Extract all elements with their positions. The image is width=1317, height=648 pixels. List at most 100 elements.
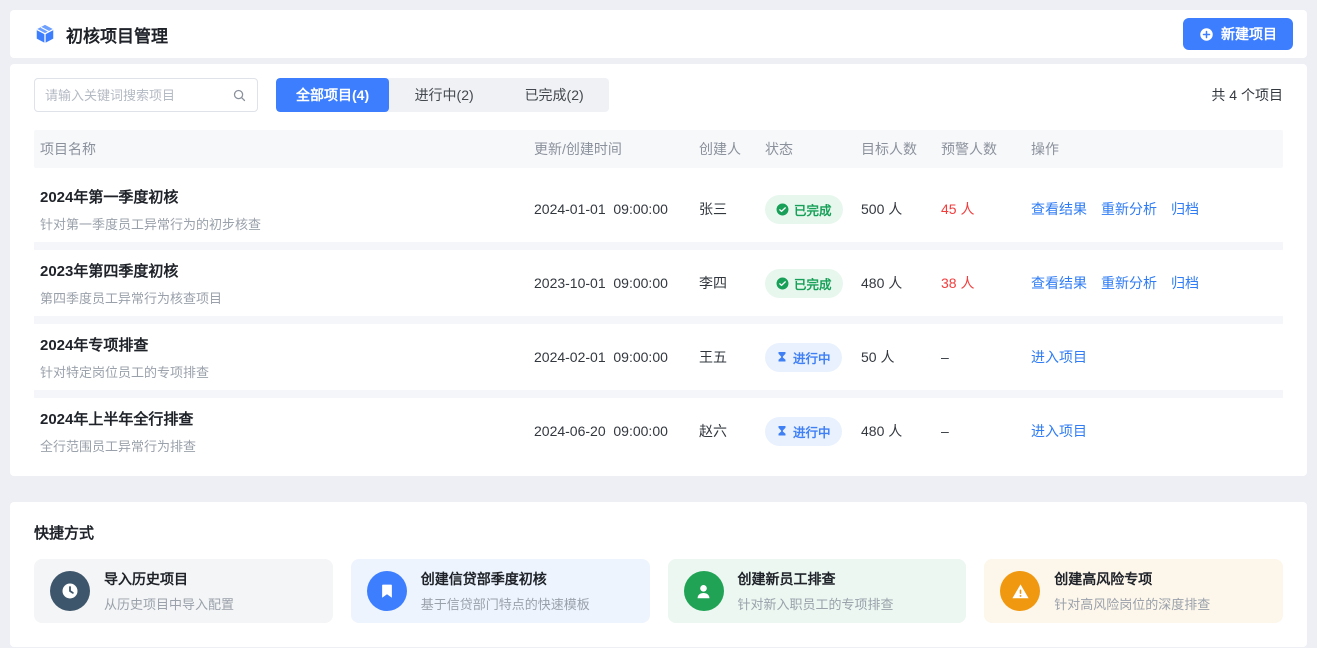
shortcut-text: 创建信贷部季度初核 基于信贷部门特点的快速模板 — [421, 569, 590, 613]
new-project-label: 新建项目 — [1221, 24, 1277, 44]
table-body: 2024年第一季度初核 针对第一季度员工异常行为的初步核查 2024-01-01… — [34, 176, 1283, 464]
shortcut-title: 创建信贷部季度初核 — [421, 569, 590, 589]
page-title: 初核项目管理 — [66, 22, 168, 47]
warning-count-cell: – — [941, 349, 1031, 365]
history-clock-icon — [50, 571, 90, 611]
cube-icon — [34, 23, 56, 45]
time-cell: 2023-10-01 09:00:00 — [534, 275, 699, 291]
status-cell: 进行中 — [765, 417, 861, 446]
project-name-cell: 2023年第四季度初核 第四季度员工异常行为核查项目 — [34, 260, 534, 307]
project-title: 2024年专项排查 — [40, 334, 534, 355]
person-icon — [684, 571, 724, 611]
reanalyze-link[interactable]: 重新分析 — [1101, 199, 1157, 219]
status-badge: 已完成 — [765, 195, 843, 224]
reanalyze-link[interactable]: 重新分析 — [1101, 273, 1157, 293]
toolbar: 全部项目(4) 进行中(2) 已完成(2) 共 4 个项目 — [34, 78, 1283, 112]
target-count-cell: 50 人 — [861, 347, 941, 367]
enter-project-link[interactable]: 进入项目 — [1031, 347, 1087, 367]
col-time: 更新/创建时间 — [534, 139, 699, 159]
status-label: 已完成 — [794, 274, 832, 293]
shortcut-desc: 针对高风险岗位的深度排查 — [1054, 594, 1210, 613]
shortcut-new-employee-screening[interactable]: 创建新员工排查 针对新入职员工的专项排查 — [668, 559, 967, 623]
shortcut-high-risk-special[interactable]: 创建高风险专项 针对高风险岗位的深度排查 — [984, 559, 1283, 623]
shortcut-desc: 从历史项目中导入配置 — [104, 594, 234, 613]
creator-cell: 赵六 — [699, 421, 765, 441]
shortcut-text: 创建高风险专项 针对高风险岗位的深度排查 — [1054, 569, 1210, 613]
warning-count-cell: – — [941, 423, 1031, 439]
project-description: 第四季度员工异常行为核查项目 — [40, 288, 534, 307]
actions-cell: 进入项目 — [1031, 421, 1283, 441]
actions-cell: 查看结果 重新分析 归档 — [1031, 199, 1283, 219]
table-header: 项目名称 更新/创建时间 创建人 状态 目标人数 预警人数 操作 — [34, 130, 1283, 168]
status-label: 已完成 — [794, 200, 832, 219]
warning-triangle-icon — [1000, 571, 1040, 611]
status-label: 进行中 — [793, 348, 831, 367]
actions-cell: 进入项目 — [1031, 347, 1283, 367]
view-results-link[interactable]: 查看结果 — [1031, 273, 1087, 293]
table-row: 2024年专项排查 针对特定岗位员工的专项排查 2024-02-01 09:00… — [34, 324, 1283, 390]
creator-cell: 张三 — [699, 199, 765, 219]
col-creator: 创建人 — [699, 139, 765, 159]
warning-count-cell: 38 人 — [941, 273, 1031, 293]
warning-count-cell: 45 人 — [941, 199, 1031, 219]
shortcut-title: 创建新员工排查 — [738, 569, 894, 589]
time-cell: 2024-01-01 09:00:00 — [534, 201, 699, 217]
table-row: 2024年上半年全行排查 全行范围员工异常行为排查 2024-06-20 09:… — [34, 398, 1283, 464]
shortcut-text: 导入历史项目 从历史项目中导入配置 — [104, 569, 234, 613]
plus-circle-icon — [1199, 27, 1214, 42]
target-count-cell: 480 人 — [861, 421, 941, 441]
archive-link[interactable]: 归档 — [1171, 199, 1199, 219]
shortcut-credit-dept-review[interactable]: 创建信贷部季度初核 基于信贷部门特点的快速模板 — [351, 559, 650, 623]
project-title: 2024年第一季度初核 — [40, 186, 534, 207]
time-cell: 2024-02-01 09:00:00 — [534, 349, 699, 365]
archive-link[interactable]: 归档 — [1171, 273, 1199, 293]
new-project-button[interactable]: 新建项目 — [1183, 18, 1293, 50]
project-name-cell: 2024年上半年全行排查 全行范围员工异常行为排查 — [34, 408, 534, 455]
shortcuts-title: 快捷方式 — [34, 522, 1283, 543]
shortcut-import-history[interactable]: 导入历史项目 从历史项目中导入配置 — [34, 559, 333, 623]
creator-cell: 李四 — [699, 273, 765, 293]
check-circle-icon — [776, 203, 789, 216]
enter-project-link[interactable]: 进入项目 — [1031, 421, 1087, 441]
hourglass-icon — [776, 351, 788, 363]
status-badge: 进行中 — [765, 417, 842, 446]
tab-all-projects[interactable]: 全部项目(4) — [276, 78, 389, 112]
page: 初核项目管理 新建项目 — [0, 0, 1317, 648]
project-description: 针对第一季度员工异常行为的初步核查 — [40, 214, 534, 233]
project-title: 2023年第四季度初核 — [40, 260, 534, 281]
tab-completed[interactable]: 已完成(2) — [499, 78, 609, 112]
actions-cell: 查看结果 重新分析 归档 — [1031, 273, 1283, 293]
bookmark-icon — [367, 571, 407, 611]
project-description: 全行范围员工异常行为排查 — [40, 436, 534, 455]
shortcut-text: 创建新员工排查 针对新入职员工的专项排查 — [738, 569, 894, 613]
project-description: 针对特定岗位员工的专项排查 — [40, 362, 534, 381]
col-actions: 操作 — [1031, 139, 1283, 159]
creator-cell: 王五 — [699, 347, 765, 367]
project-name-cell: 2024年第一季度初核 针对第一季度员工异常行为的初步核查 — [34, 186, 534, 233]
project-name-cell: 2024年专项排查 针对特定岗位员工的专项排查 — [34, 334, 534, 381]
status-cell: 进行中 — [765, 343, 861, 372]
search-box[interactable] — [34, 78, 258, 112]
status-badge: 已完成 — [765, 269, 843, 298]
project-title: 2024年上半年全行排查 — [40, 408, 534, 429]
table-row: 2024年第一季度初核 针对第一季度员工异常行为的初步核查 2024-01-01… — [34, 176, 1283, 242]
search-input[interactable] — [45, 88, 232, 103]
status-cell: 已完成 — [765, 195, 861, 224]
shortcuts-panel: 快捷方式 导入历史项目 从历史项目中导入配置 — [10, 502, 1307, 647]
header-bar: 初核项目管理 新建项目 — [10, 10, 1307, 58]
status-label: 进行中 — [793, 422, 831, 441]
shortcut-desc: 针对新入职员工的专项排查 — [738, 594, 894, 613]
table-row: 2023年第四季度初核 第四季度员工异常行为核查项目 2023-10-01 09… — [34, 250, 1283, 316]
col-warning: 预警人数 — [941, 139, 1031, 159]
col-target: 目标人数 — [861, 139, 941, 159]
total-count: 共 4 个项目 — [1211, 85, 1283, 105]
hourglass-icon — [776, 425, 788, 437]
target-count-cell: 480 人 — [861, 273, 941, 293]
project-list-panel: 全部项目(4) 进行中(2) 已完成(2) 共 4 个项目 项目名称 更新/创建… — [10, 64, 1307, 476]
shortcuts-grid: 导入历史项目 从历史项目中导入配置 创建信贷部季度初核 基于信贷部门特点的快速模… — [34, 559, 1283, 623]
tab-in-progress[interactable]: 进行中(2) — [389, 78, 499, 112]
view-results-link[interactable]: 查看结果 — [1031, 199, 1087, 219]
shortcut-title: 创建高风险专项 — [1054, 569, 1210, 589]
col-status: 状态 — [765, 139, 861, 159]
search-icon[interactable] — [232, 88, 247, 103]
